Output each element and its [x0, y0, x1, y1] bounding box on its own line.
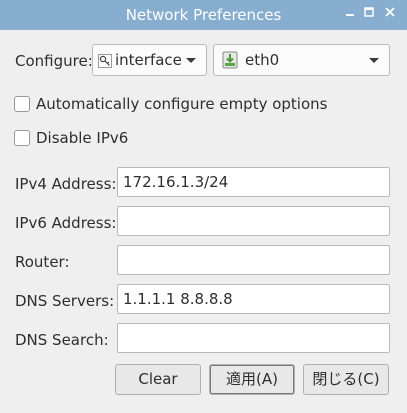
- key-icon: [98, 54, 112, 68]
- close-icon: [385, 7, 395, 17]
- disable-ipv6-label[interactable]: Disable IPv6: [36, 129, 128, 147]
- ipv4-address-field[interactable]: [117, 167, 390, 197]
- close-window-button[interactable]: [381, 5, 399, 23]
- dns-search-label: DNS Search:: [15, 331, 109, 349]
- close-button[interactable]: 閉じる(C): [303, 364, 389, 395]
- dns-search-field[interactable]: [117, 323, 390, 353]
- router-field[interactable]: [117, 245, 390, 275]
- minimize-button[interactable]: [341, 5, 359, 23]
- configure-type-value: interface: [115, 51, 182, 69]
- apply-button[interactable]: 適用(A): [209, 364, 295, 395]
- clear-button[interactable]: Clear: [115, 364, 201, 395]
- configure-target-dropdown[interactable]: eth0: [213, 44, 390, 76]
- title-bar: Network Preferences: [0, 0, 407, 30]
- disable-ipv6-checkbox[interactable]: [14, 130, 30, 146]
- configure-type-dropdown[interactable]: interface: [92, 44, 207, 76]
- configure-target-value: eth0: [245, 51, 280, 69]
- dns-servers-field[interactable]: [117, 284, 390, 314]
- network-interface-icon: [222, 51, 238, 69]
- ipv6-address-field[interactable]: [117, 206, 390, 236]
- dns-servers-label: DNS Servers:: [15, 292, 115, 310]
- ipv4-address-label: IPv4 Address:: [15, 175, 117, 193]
- ipv6-address-label: IPv6 Address:: [15, 214, 117, 232]
- auto-configure-checkbox[interactable]: [14, 96, 30, 112]
- auto-configure-label[interactable]: Automatically configure empty options: [36, 95, 327, 113]
- configure-label: Configure:: [15, 52, 93, 70]
- router-label: Router:: [15, 253, 70, 271]
- minimize-icon: [346, 14, 354, 16]
- chevron-down-icon: [186, 58, 196, 63]
- maximize-button[interactable]: [360, 5, 378, 23]
- maximize-icon: [364, 7, 374, 17]
- chevron-down-icon: [369, 58, 379, 63]
